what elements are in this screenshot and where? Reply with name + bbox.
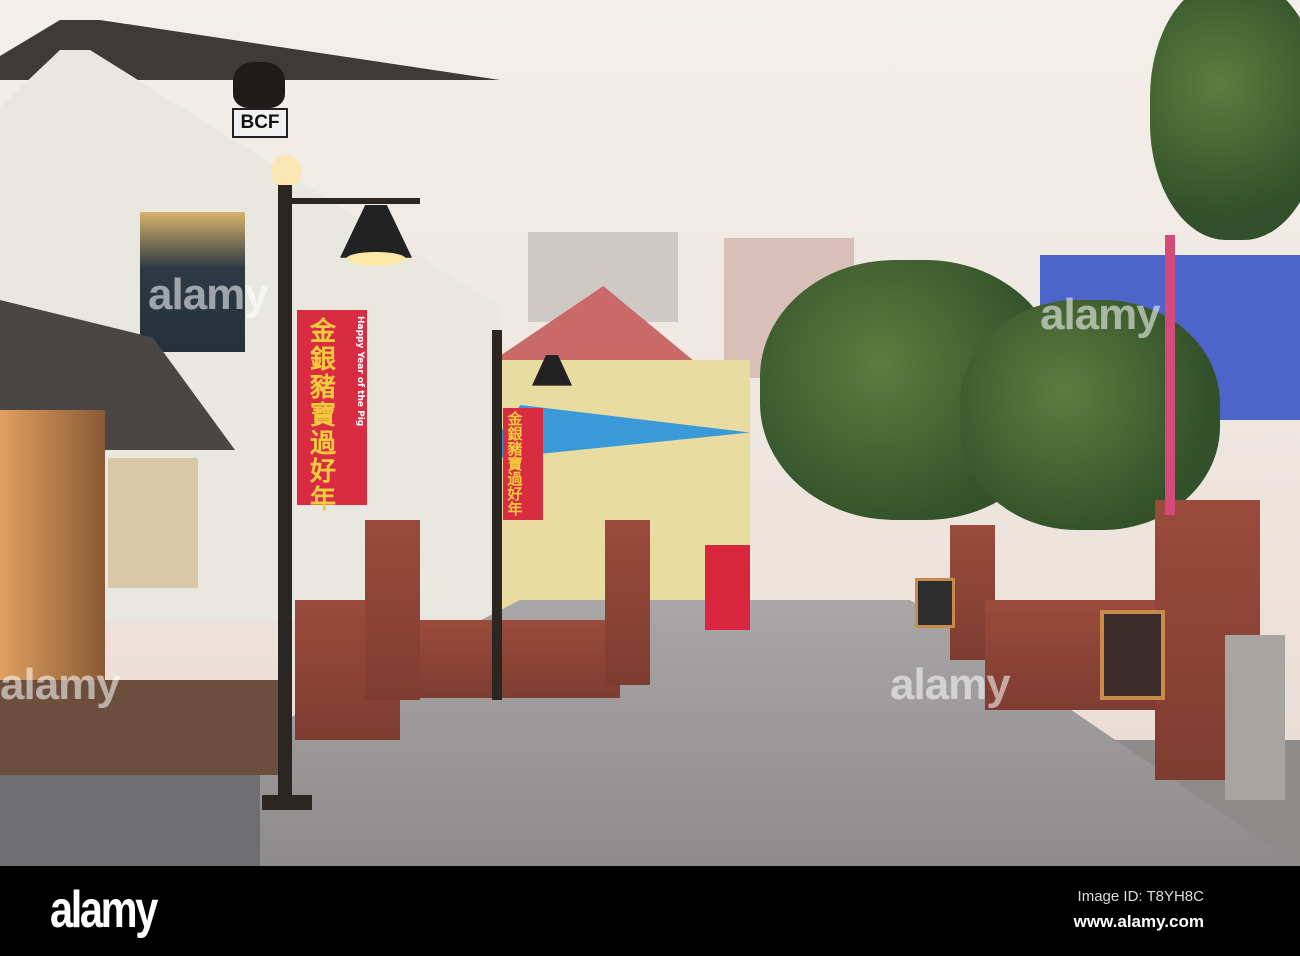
street-photo: BCF 金銀豬寶過好年 Happy Year of the Pig 金銀豬寶過好… <box>0 0 1300 866</box>
cafe-door <box>108 458 198 588</box>
alamy-logo: alamy <box>50 881 158 939</box>
tree <box>1150 0 1300 240</box>
new-year-banner: 金銀豬寶過好年 <box>503 408 543 520</box>
watermark: alamy <box>1040 290 1161 339</box>
watermark: alamy <box>148 270 269 319</box>
chalkboard-sign <box>1100 610 1165 700</box>
brick-wall <box>420 620 620 698</box>
banner-text: 金銀豬寶過好年 <box>507 410 523 518</box>
lamp-light <box>346 252 406 266</box>
lamp-post-base <box>262 795 312 810</box>
brick-pillar <box>605 520 650 685</box>
lamp-arm <box>290 198 420 204</box>
cobblestones <box>0 775 260 866</box>
bcf-sign: BCF <box>232 108 288 138</box>
lamp-post <box>492 330 502 700</box>
cafe-wall <box>0 410 105 700</box>
banner-subtext: Happy Year of the Pig <box>355 316 365 427</box>
brick-pillar <box>365 520 420 700</box>
alamy-url[interactable]: www.alamy.com <box>1074 912 1204 932</box>
chalkboard-sign <box>915 578 955 628</box>
image-id: Image ID: T8YH8C <box>1077 888 1204 905</box>
lamp-post <box>278 170 292 810</box>
banner-text: 金銀豬寶過好年 <box>309 317 336 515</box>
cat-icon <box>233 62 285 108</box>
pink-flag <box>1165 235 1175 515</box>
new-year-banner: 金銀豬寶過好年 Happy Year of the Pig <box>297 310 367 514</box>
watermark: alamy <box>0 660 121 709</box>
lamp-light <box>271 155 301 185</box>
watermark: alamy <box>890 660 1011 709</box>
concrete-pillar <box>1225 635 1285 800</box>
sign-board <box>705 545 750 630</box>
alamy-footer: alamy Image ID: T8YH8C www.alamy.com <box>0 866 1300 956</box>
